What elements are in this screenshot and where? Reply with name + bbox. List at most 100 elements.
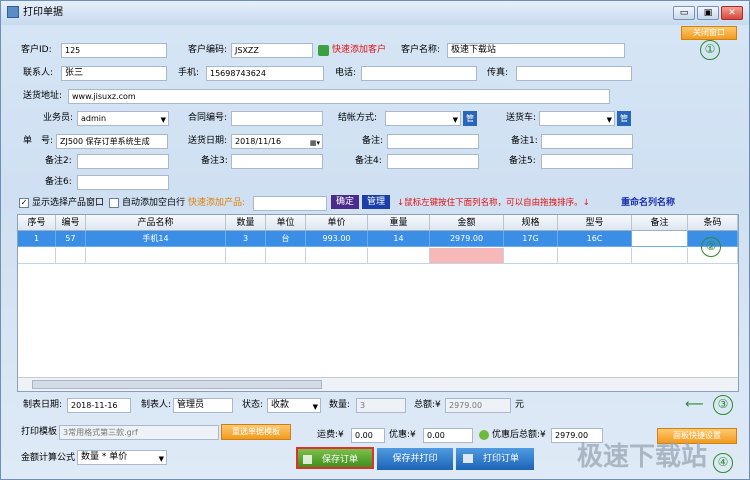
contact-input[interactable]: 张三: [61, 66, 167, 81]
blank-cell[interactable]: [504, 248, 558, 264]
tel-label: 电话:: [335, 68, 357, 78]
table-cell[interactable]: [632, 231, 688, 247]
remark1-label: 备注1:: [511, 136, 538, 146]
made-date-input[interactable]: 2018-11-16: [67, 398, 131, 413]
table-cell[interactable]: 1: [18, 231, 56, 247]
blank-cell[interactable]: [56, 248, 86, 264]
customer-id-input[interactable]: 125: [61, 43, 167, 58]
settlement-select[interactable]: ▼: [385, 111, 461, 126]
order-no-input[interactable]: ZJ500 保存订单系统生成: [56, 134, 168, 149]
scrollbar-thumb[interactable]: [32, 380, 322, 389]
delivery-car-manage-button[interactable]: 管: [617, 111, 631, 126]
maker-input[interactable]: 管理员: [173, 398, 233, 413]
remark3-input[interactable]: [231, 154, 323, 169]
quick-add-customer-link[interactable]: 快速添加客户: [332, 43, 386, 57]
blank-cell[interactable]: [368, 248, 430, 264]
minimize-button[interactable]: ▭: [673, 6, 695, 20]
confirm-button[interactable]: 确定: [331, 195, 359, 209]
column-header[interactable]: 规格: [504, 215, 558, 231]
calendar-icon: ▦▾: [309, 139, 320, 147]
discount-input[interactable]: 0.00: [423, 428, 473, 443]
salesman-label: 业务员:: [43, 113, 74, 123]
manage-button[interactable]: 管理: [362, 195, 390, 209]
quick-add-product-input[interactable]: [253, 196, 327, 211]
delivery-car-select[interactable]: ▼: [539, 111, 615, 126]
blank-cell[interactable]: [18, 248, 56, 264]
blank-cell[interactable]: [430, 248, 504, 264]
title-bar: 打印单据 ▭ ▣ ✕: [1, 1, 749, 25]
table-cell[interactable]: 57: [56, 231, 86, 247]
freight-input[interactable]: 0.00: [351, 428, 385, 443]
column-header[interactable]: 编号: [56, 215, 86, 231]
table-cell[interactable]: 3: [226, 231, 266, 247]
after-discount-label: 优惠后总额:¥: [492, 430, 546, 440]
blank-cell[interactable]: [306, 248, 368, 264]
table-cell[interactable]: 2979.00: [430, 231, 504, 247]
print-order-label: 打印订单: [482, 454, 519, 464]
blank-cell[interactable]: [226, 248, 266, 264]
remark-input[interactable]: [387, 134, 479, 149]
fax-input[interactable]: [516, 66, 632, 81]
column-header[interactable]: 重量: [368, 215, 430, 231]
add-customer-icon[interactable]: [318, 45, 329, 56]
remark6-label: 备注6:: [45, 177, 72, 187]
save-order-button[interactable]: 保存订单: [296, 447, 374, 469]
window-title: 打印单据: [23, 7, 63, 18]
settlement-manage-button[interactable]: 管: [463, 111, 477, 126]
column-header[interactable]: 条码: [688, 215, 738, 231]
column-header[interactable]: 单价: [306, 215, 368, 231]
chevron-down-icon: ▼: [312, 403, 318, 411]
remark4-input[interactable]: [387, 154, 479, 169]
blank-cell[interactable]: [632, 248, 688, 264]
address-input[interactable]: www.jisuxz.com: [68, 89, 610, 104]
customer-code-input[interactable]: JSXZZ: [231, 43, 313, 58]
save-and-print-button[interactable]: 保存并打印: [377, 448, 453, 470]
column-header[interactable]: 产品名称: [86, 215, 226, 231]
column-header[interactable]: 备注: [632, 215, 688, 231]
customer-name-input[interactable]: 极速下载站: [447, 43, 625, 58]
table-cell[interactable]: 993.00: [306, 231, 368, 247]
chevron-down-icon: ▼: [160, 116, 166, 124]
column-header[interactable]: 型号: [558, 215, 632, 231]
status-select[interactable]: 收款 ▼: [267, 398, 321, 413]
column-header[interactable]: 单位: [266, 215, 306, 231]
horizontal-scrollbar[interactable]: [18, 377, 738, 391]
table-cell[interactable]: 16C: [558, 231, 632, 247]
salesman-select[interactable]: admin ▼: [77, 111, 169, 126]
remark5-input[interactable]: [541, 154, 633, 169]
remark6-input[interactable]: [77, 175, 169, 190]
contact-label: 联系人:: [23, 68, 54, 78]
order-no-label: 单 号:: [23, 136, 54, 146]
customer-code-label: 客户编码:: [188, 45, 228, 55]
table-cell[interactable]: 台: [266, 231, 306, 247]
maximize-button[interactable]: ▣: [697, 6, 719, 20]
table-cell[interactable]: 17G: [504, 231, 558, 247]
auto-add-blank-checkbox[interactable]: [109, 198, 119, 208]
status-label: 状态:: [242, 400, 264, 410]
table-cell[interactable]: 手机14: [86, 231, 226, 247]
blank-cell[interactable]: [86, 248, 226, 264]
reselect-template-button[interactable]: 重选单据模板: [221, 424, 291, 440]
table-cell[interactable]: 14: [368, 231, 430, 247]
tel-input[interactable]: [361, 66, 477, 81]
column-header[interactable]: 序号: [18, 215, 56, 231]
contract-input[interactable]: [231, 111, 323, 126]
close-icon[interactable]: ✕: [721, 6, 743, 20]
delivery-date-picker[interactable]: 2018/11/16 ▦▾: [231, 134, 323, 149]
remark2-input[interactable]: [77, 154, 169, 169]
formula-select[interactable]: 数量 * 单价 ▼: [77, 450, 167, 465]
blank-cell[interactable]: [266, 248, 306, 264]
show-product-window-label: 显示选择产品窗口: [32, 198, 105, 208]
phone-input[interactable]: 15698743624: [206, 66, 324, 81]
show-product-window-checkbox[interactable]: ✓: [19, 198, 29, 208]
print-order-button[interactable]: 打印订单: [456, 448, 534, 470]
column-header[interactable]: 金额: [430, 215, 504, 231]
remark1-input[interactable]: [541, 134, 633, 149]
delivery-car-label: 送货车:: [506, 113, 537, 123]
maker-label: 制表人:: [141, 400, 172, 410]
save-and-print-label: 保存并打印: [392, 454, 438, 464]
blank-cell[interactable]: [558, 248, 632, 264]
column-header[interactable]: 数量: [226, 215, 266, 231]
rename-columns-link[interactable]: 重命名列名称: [621, 196, 675, 210]
close-window-button[interactable]: 关闭窗口: [681, 26, 737, 40]
